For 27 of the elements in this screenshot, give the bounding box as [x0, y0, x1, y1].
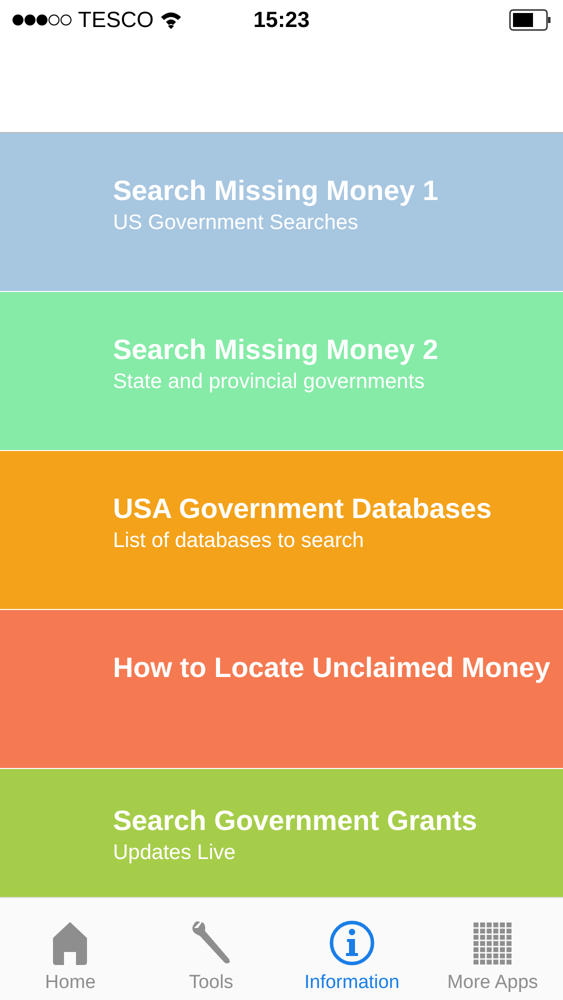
- carrier-name: TESCO: [78, 7, 154, 33]
- home-icon: [51, 920, 90, 966]
- wrench-icon: [190, 920, 232, 966]
- row-subtitle: US Government Searches: [113, 211, 358, 235]
- row-title: Search Missing Money 1: [113, 175, 438, 207]
- menu-row[interactable]: Search Government Grants Updates Live: [0, 769, 563, 897]
- row-title: USA Government Databases: [113, 493, 492, 525]
- row-subtitle: List of databases to search: [113, 529, 364, 553]
- info-icon: [328, 920, 375, 966]
- menu-row[interactable]: Search Missing Money 2 State and provincial governments: [0, 292, 563, 450]
- battery-icon: [509, 9, 551, 31]
- tab[interactable]: Home: [0, 898, 141, 1000]
- wifi-icon: [160, 11, 182, 29]
- row-title: Search Missing Money 2: [113, 334, 438, 366]
- menu-row[interactable]: Search Missing Money 1 US Government Searches: [0, 133, 563, 291]
- menu-row[interactable]: USA Government Databases List of databases to search: [0, 451, 563, 609]
- signal-icon: [12, 13, 72, 27]
- tab[interactable]: Information: [282, 898, 422, 1000]
- tab[interactable]: Tools: [140, 898, 282, 1000]
- grid-icon: [472, 922, 513, 966]
- clock-time: 15:23: [253, 7, 310, 33]
- tab[interactable]: More Apps: [422, 898, 563, 1000]
- row-subtitle: Updates Live: [113, 841, 236, 865]
- row-subtitle: State and provincial governments: [113, 370, 425, 394]
- row-title: How to Locate Unclaimed Money: [113, 652, 550, 684]
- row-title: Search Government Grants: [113, 805, 478, 837]
- menu-row[interactable]: How to Locate Unclaimed Money: [0, 610, 563, 768]
